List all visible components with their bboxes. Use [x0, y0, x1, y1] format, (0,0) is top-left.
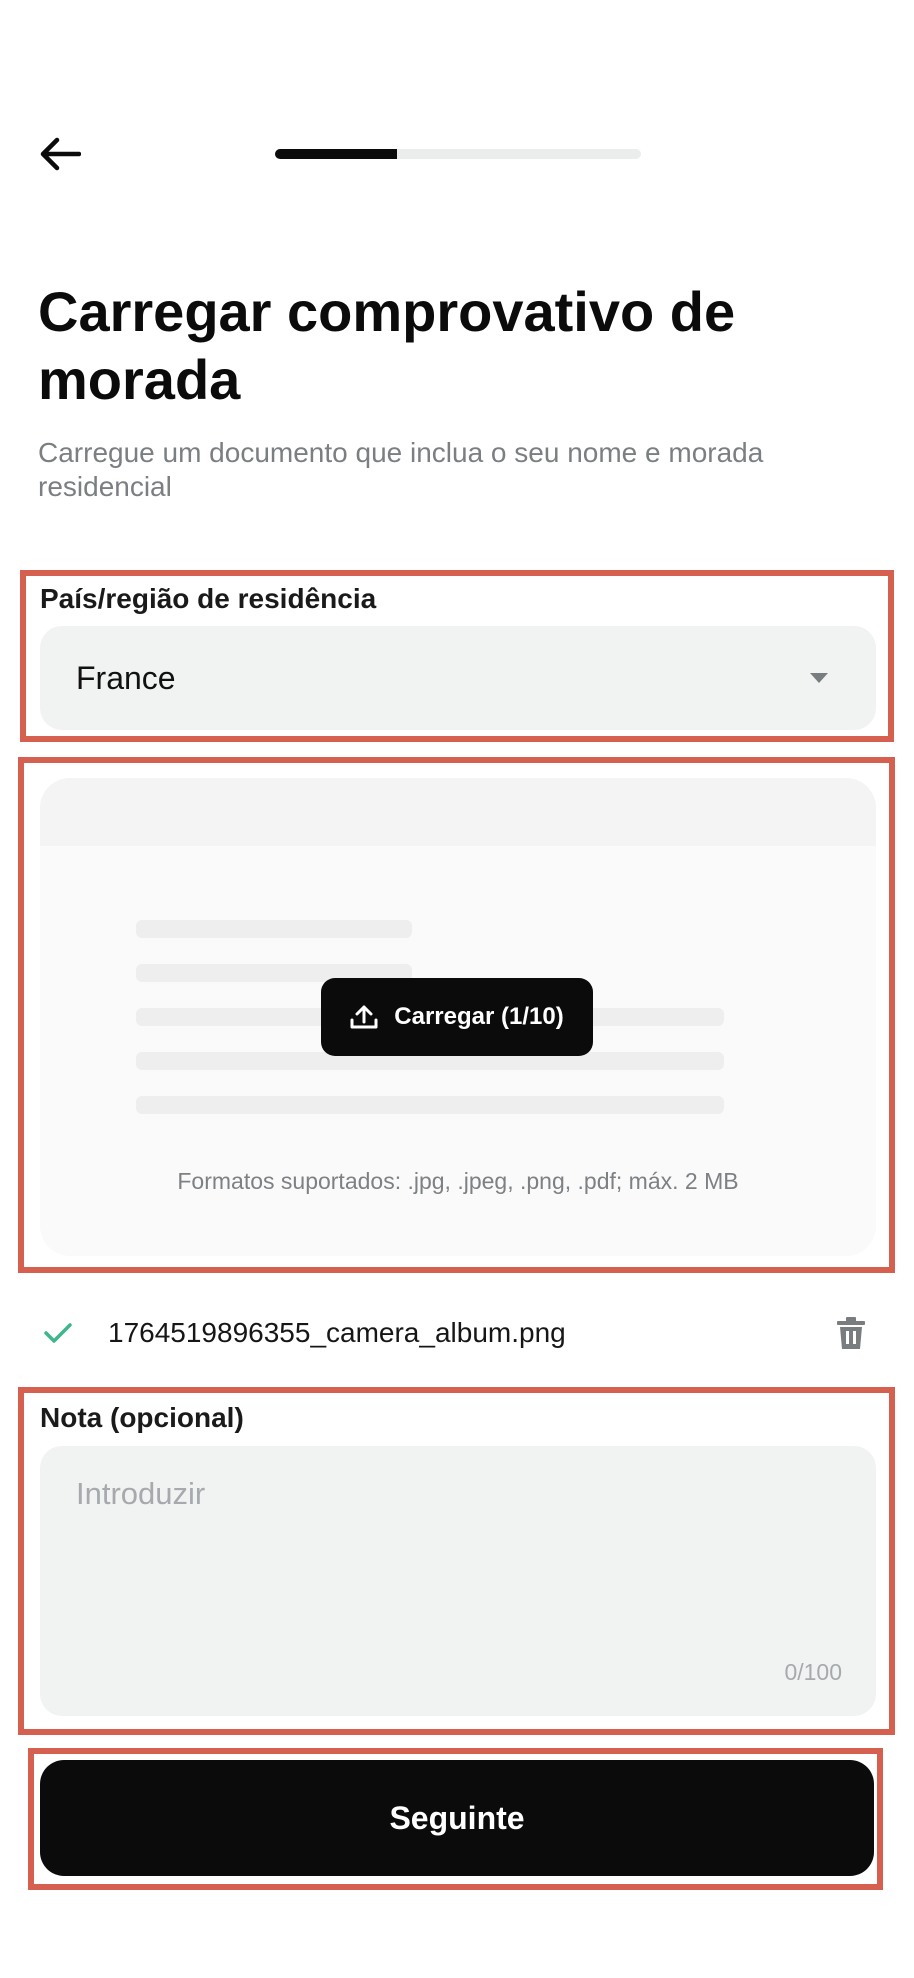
country-field-label: País/região de residência: [40, 583, 377, 614]
next-button[interactable]: Seguinte: [40, 1760, 874, 1876]
document-placeholder-line: [136, 1096, 724, 1114]
upload-dropzone[interactable]: Carregar (1/10) Formatos suportados: .jp…: [40, 778, 876, 1256]
back-button[interactable]: [30, 128, 90, 180]
document-placeholder-line: [136, 920, 412, 938]
trash-icon[interactable]: [826, 1308, 876, 1358]
page-title: Carregar comprovativo de morada: [38, 280, 736, 411]
caret-down-icon: [810, 673, 828, 683]
upload-button[interactable]: Carregar (1/10): [321, 978, 593, 1056]
country-select[interactable]: France: [40, 626, 876, 730]
note-field-label: Nota (opcional): [40, 1402, 244, 1433]
upload-icon: [350, 1005, 378, 1029]
page-subtitle: Carregue um documento que inclua o seu n…: [38, 437, 764, 502]
progress-bar: [275, 149, 641, 159]
progress-bar-fill: [275, 149, 397, 159]
note-input[interactable]: [40, 1446, 876, 1716]
document-preview-header: [40, 778, 876, 846]
note-field: 0/100: [40, 1446, 876, 1716]
upload-button-label: Carregar (1/10): [394, 1003, 564, 1030]
arrow-left-icon: [40, 137, 81, 171]
uploaded-file-name: 1764519896355_camera_album.png: [108, 1317, 566, 1348]
supported-formats-text: Formatos suportados: .jpg, .jpeg, .png, …: [177, 1168, 739, 1194]
country-select-value: France: [76, 659, 176, 696]
uploaded-file-row: 1764519896355_camera_album.png: [38, 1300, 876, 1366]
next-button-label: Seguinte: [389, 1799, 525, 1836]
check-icon: [38, 1313, 78, 1353]
note-character-counter: 0/100: [784, 1659, 842, 1685]
